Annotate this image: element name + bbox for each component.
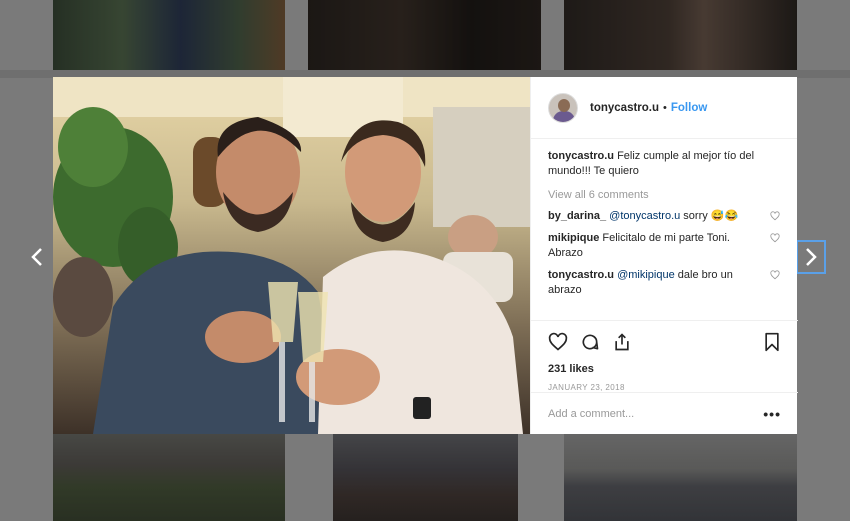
post-actions: 231 likes JANUARY 23, 2018: [531, 320, 798, 392]
add-comment-bar: •••: [531, 392, 798, 434]
post-header: tonycastro.u • Follow: [531, 77, 797, 139]
add-comment-input[interactable]: [548, 407, 764, 420]
heart-icon[interactable]: [770, 270, 780, 280]
comment-text: sorry 😅😂: [680, 210, 739, 222]
comment-username[interactable]: tonycastro.u: [548, 269, 614, 281]
chevron-left-icon[interactable]: [22, 240, 52, 274]
follow-button[interactable]: Follow: [671, 102, 707, 114]
post-username[interactable]: tonycastro.u: [590, 102, 659, 114]
post-date: JANUARY 23, 2018: [548, 383, 625, 392]
feed-tile-2[interactable]: [308, 0, 541, 70]
comment-mention[interactable]: @tonycastro.u: [609, 210, 680, 222]
action-icons: [548, 329, 781, 355]
share-icon[interactable]: [612, 332, 632, 352]
bookmark-icon[interactable]: [763, 332, 781, 352]
comment-item: tonycastro.u @mikipique dale bro un abra…: [548, 268, 780, 298]
heart-icon[interactable]: [770, 211, 780, 221]
chevron-right-icon[interactable]: [796, 240, 826, 274]
comment-mention[interactable]: @mikipique: [617, 269, 675, 281]
comment-icon[interactable]: [580, 332, 600, 352]
post-side-panel: tonycastro.u • Follow tonycastro.u Feliz…: [530, 77, 798, 434]
comment-username[interactable]: by_darina_: [548, 210, 606, 222]
comments-section: tonycastro.u Feliz cumple al mejor tío d…: [531, 139, 797, 298]
feed-tile-1[interactable]: [53, 0, 285, 70]
feed-tile-5[interactable]: [333, 434, 518, 521]
comment-item: by_darina_ @tonycastro.u sorry 😅😂: [548, 209, 780, 224]
likes-count[interactable]: 231 likes: [548, 363, 781, 375]
comment-item: mikipique Felicitalo de mi parte Toni. A…: [548, 231, 780, 261]
post-caption: tonycastro.u Feliz cumple al mejor tío d…: [548, 149, 780, 179]
comment-username[interactable]: mikipique: [548, 232, 599, 244]
post-modal: tonycastro.u • Follow tonycastro.u Feliz…: [53, 77, 798, 434]
caption-username[interactable]: tonycastro.u: [548, 150, 614, 162]
feed-tile-6[interactable]: [564, 434, 797, 521]
feed-tile-4[interactable]: [53, 434, 285, 521]
post-photo[interactable]: [53, 77, 530, 434]
heart-icon[interactable]: [548, 332, 568, 352]
more-options-button[interactable]: •••: [763, 406, 781, 422]
heart-icon[interactable]: [770, 233, 780, 243]
feed-tile-3[interactable]: [564, 0, 797, 70]
avatar[interactable]: [548, 92, 578, 123]
photo-illustration: [53, 77, 530, 434]
view-all-comments-link[interactable]: View all 6 comments: [548, 188, 780, 203]
separator-dot: •: [663, 101, 667, 114]
